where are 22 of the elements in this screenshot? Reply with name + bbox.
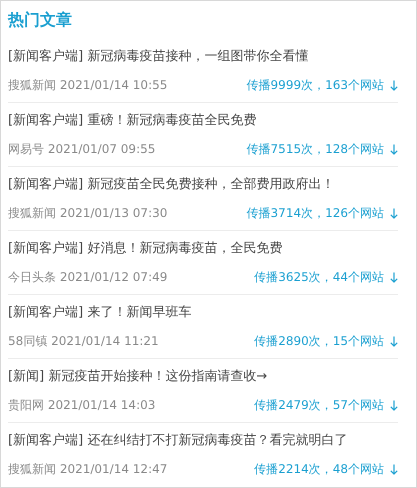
article-link[interactable]: [新闻] 新冠疫苗开始接种！这份指南请查收→ — [8, 367, 398, 385]
down-arrow-icon[interactable] — [390, 80, 398, 91]
down-arrow-icon[interactable] — [390, 144, 398, 155]
source-date: 今日头条 2021/01/12 07:49 — [8, 269, 168, 286]
down-arrow-icon[interactable] — [390, 208, 398, 219]
down-arrow-icon[interactable] — [390, 464, 398, 475]
article-link[interactable]: [新闻客户端] 还在纠结打不打新冠病毒疫苗？看完就明白了 — [8, 431, 398, 449]
source-date: 58同镇 2021/01/14 11:21 — [8, 333, 159, 350]
source-date: 搜狐新闻 2021/01/14 10:55 — [8, 77, 168, 94]
article-link[interactable]: [新闻客户端] 好消息！新冠病毒疫苗，全民免费 — [8, 239, 398, 257]
down-arrow-icon[interactable] — [390, 400, 398, 411]
article-link[interactable]: [新闻客户端] 重磅！新冠病毒疫苗全民免费 — [8, 111, 398, 129]
article-link[interactable]: [新闻客户端] 新冠病毒疫苗接种，一组图带你全看懂 — [8, 47, 398, 65]
source-date: 网易号 2021/01/07 09:55 — [8, 141, 156, 158]
article-link[interactable]: [新闻客户端] 新冠疫苗全民免费接种，全部费用政府出！ — [8, 175, 398, 193]
source-date: 贵阳网 2021/01/14 14:03 — [8, 397, 156, 414]
source-date: 搜狐新闻 2021/01/14 12:47 — [8, 461, 168, 478]
source-date: 搜狐新闻 2021/01/13 07:30 — [8, 205, 168, 222]
article-link[interactable]: [新闻客户端] 来了！新闻早班车 — [8, 303, 398, 321]
down-arrow-icon[interactable] — [390, 272, 398, 283]
section-title: 热门文章 — [8, 9, 73, 31]
down-arrow-icon[interactable] — [390, 336, 398, 347]
